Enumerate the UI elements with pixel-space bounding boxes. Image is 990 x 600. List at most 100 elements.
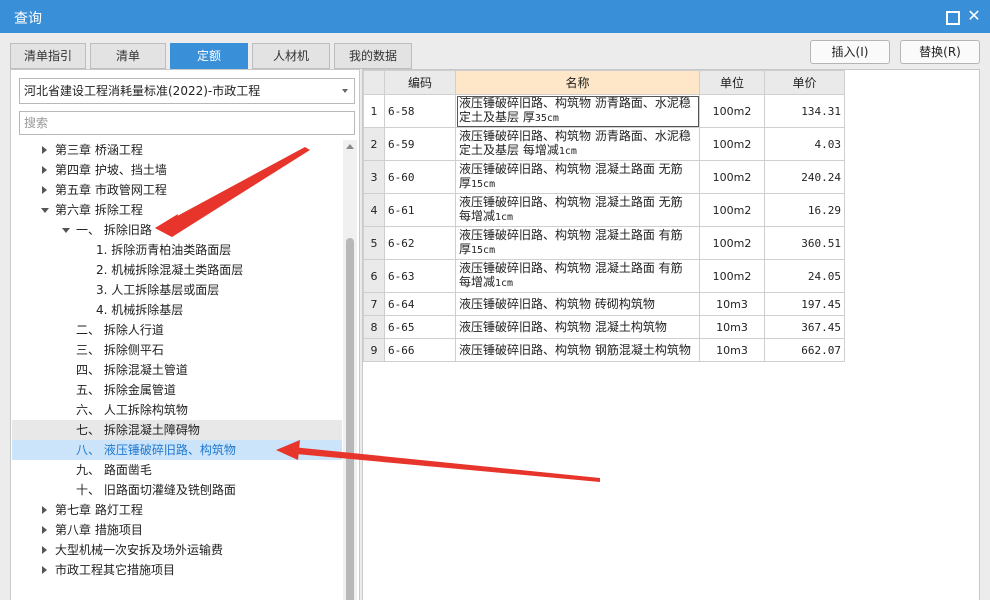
table-row[interactable]: 5 6-62 液压锤破碎旧路、构筑物 混凝土路面 有筋 厚15cm 100m2 3… xyxy=(363,226,845,260)
col-header-code[interactable]: 编码 xyxy=(384,70,456,95)
caret-right-icon[interactable] xyxy=(42,186,47,194)
table-row[interactable]: 2 6-59 液压锤破碎旧路、构筑物 沥青路面、水泥稳 定土及基层 每增减1cm … xyxy=(363,127,845,161)
tree-node[interactable]: 市政工程其它措施项目 xyxy=(12,560,342,580)
name-cell[interactable]: 液压锤破碎旧路、构筑物 混凝土路面 无筋 每增减1cm xyxy=(455,193,700,227)
price-cell[interactable]: 24.05 xyxy=(764,259,845,293)
code-cell[interactable]: 6-65 xyxy=(384,315,456,339)
row-number: 6 xyxy=(363,259,385,293)
code-cell[interactable]: 6-58 xyxy=(384,94,456,128)
tab-labor-material-machine[interactable]: 人材机 xyxy=(252,43,330,69)
name-cell[interactable]: 液压锤破碎旧路、构筑物 钢筋混凝土构筑物 xyxy=(455,338,700,362)
unit-cell[interactable]: 100m2 xyxy=(699,94,765,128)
table-row[interactable]: 8 6-65 液压锤破碎旧路、构筑物 混凝土构筑物 10m3 367.45 xyxy=(363,315,845,339)
col-header-rownum xyxy=(363,70,385,95)
code-cell[interactable]: 6-66 xyxy=(384,338,456,362)
name-cell[interactable]: 液压锤破碎旧路、构筑物 混凝土构筑物 xyxy=(455,315,700,339)
name-cell[interactable]: 液压锤破碎旧路、构筑物 砖砌构筑物 xyxy=(455,292,700,316)
tree-node[interactable]: 大型机械一次安拆及场外运输费 xyxy=(12,540,342,560)
unit-cell[interactable]: 100m2 xyxy=(699,160,765,194)
tree-node[interactable]: 第五章 市政管网工程 xyxy=(12,180,342,200)
price-cell[interactable]: 134.31 xyxy=(764,94,845,128)
tree-node-selected[interactable]: 八、 液压锤破碎旧路、构筑物 xyxy=(12,440,342,460)
caret-right-icon[interactable] xyxy=(42,146,47,154)
maximize-icon[interactable] xyxy=(943,8,960,25)
search-input[interactable] xyxy=(19,111,355,135)
tree-node[interactable]: 二、 拆除人行道 xyxy=(12,320,342,340)
tree-node[interactable]: 2. 机械拆除混凝土类路面层 xyxy=(12,260,342,280)
tab-list[interactable]: 清单 xyxy=(90,43,166,69)
code-cell[interactable]: 6-62 xyxy=(384,226,456,260)
tree-node[interactable]: 十、 旧路面切灌缝及铣刨路面 xyxy=(12,480,342,500)
unit-cell[interactable]: 10m3 xyxy=(699,338,765,362)
tree-node[interactable]: 第六章 拆除工程 xyxy=(12,200,342,220)
row-number: 3 xyxy=(363,160,385,194)
tree-node[interactable]: 三、 拆除侧平石 xyxy=(12,340,342,360)
tree-node[interactable]: 七、 拆除混凝土障碍物 xyxy=(12,420,342,440)
tree-node[interactable]: 1. 拆除沥青柏油类路面层 xyxy=(12,240,342,260)
unit-cell[interactable]: 100m2 xyxy=(699,259,765,293)
close-icon[interactable]: ✕ xyxy=(966,8,982,24)
price-cell[interactable]: 197.45 xyxy=(764,292,845,316)
code-cell[interactable]: 6-63 xyxy=(384,259,456,293)
tree-node[interactable]: 五、 拆除金属管道 xyxy=(12,380,342,400)
tree-node[interactable]: 九、 路面凿毛 xyxy=(12,460,342,480)
name-cell[interactable]: 液压锤破碎旧路、构筑物 沥青路面、水泥稳 定土及基层 厚35cm xyxy=(455,94,700,128)
caret-right-icon[interactable] xyxy=(42,546,47,554)
table-row[interactable]: 7 6-64 液压锤破碎旧路、构筑物 砖砌构筑物 10m3 197.45 xyxy=(363,292,845,316)
name-cell[interactable]: 液压锤破碎旧路、构筑物 混凝土路面 有筋 厚15cm xyxy=(455,226,700,260)
price-cell[interactable]: 360.51 xyxy=(764,226,845,260)
price-cell[interactable]: 240.24 xyxy=(764,160,845,194)
tree-node[interactable]: 第八章 措施项目 xyxy=(12,520,342,540)
name-cell[interactable]: 液压锤破碎旧路、构筑物 沥青路面、水泥稳 定土及基层 每增减1cm xyxy=(455,127,700,161)
table-row[interactable]: 3 6-60 液压锤破碎旧路、构筑物 混凝土路面 无筋 厚15cm 100m2 2… xyxy=(363,160,845,194)
table-row[interactable]: 4 6-61 液压锤破碎旧路、构筑物 混凝土路面 无筋 每增减1cm 100m2 … xyxy=(363,193,845,227)
code-cell[interactable]: 6-60 xyxy=(384,160,456,194)
tree-node[interactable]: 第三章 桥涵工程 xyxy=(12,140,342,160)
replace-button[interactable]: 替换(R) xyxy=(900,40,980,64)
tree-node[interactable]: 3. 人工拆除基层或面层 xyxy=(12,280,342,300)
name-cell[interactable]: 液压锤破碎旧路、构筑物 混凝土路面 无筋 厚15cm xyxy=(455,160,700,194)
tab-quota[interactable]: 定额 xyxy=(170,43,248,69)
library-select-value: 河北省建设工程消耗量标准(2022)-市政工程 xyxy=(24,84,261,98)
tree-node[interactable]: 六、 人工拆除构筑物 xyxy=(12,400,342,420)
caret-down-icon[interactable] xyxy=(41,208,49,213)
code-cell[interactable]: 6-59 xyxy=(384,127,456,161)
caret-right-icon[interactable] xyxy=(42,526,47,534)
tab-list-guide[interactable]: 清单指引 xyxy=(10,43,86,69)
table-row[interactable]: 6 6-63 液压锤破碎旧路、构筑物 混凝土路面 有筋 每增减1cm 100m2 … xyxy=(363,259,845,293)
caret-right-icon[interactable] xyxy=(42,566,47,574)
unit-cell[interactable]: 10m3 xyxy=(699,292,765,316)
price-cell[interactable]: 662.07 xyxy=(764,338,845,362)
library-select[interactable]: 河北省建设工程消耗量标准(2022)-市政工程 xyxy=(19,78,355,104)
price-cell[interactable]: 4.03 xyxy=(764,127,845,161)
tree-node[interactable]: 第四章 护坡、挡土墙 xyxy=(12,160,342,180)
col-header-name[interactable]: 名称 xyxy=(455,70,700,95)
caret-right-icon[interactable] xyxy=(42,506,47,514)
unit-cell[interactable]: 100m2 xyxy=(699,226,765,260)
unit-cell[interactable]: 10m3 xyxy=(699,315,765,339)
tree-node[interactable]: 四、 拆除混凝土管道 xyxy=(12,360,342,380)
unit-cell[interactable]: 100m2 xyxy=(699,193,765,227)
tree-node[interactable]: 4. 机械拆除基层 xyxy=(12,300,342,320)
code-cell[interactable]: 6-61 xyxy=(384,193,456,227)
price-cell[interactable]: 16.29 xyxy=(764,193,845,227)
tree-node[interactable]: 一、 拆除旧路 xyxy=(12,220,342,240)
row-number: 2 xyxy=(363,127,385,161)
scrollbar-thumb[interactable] xyxy=(346,238,354,600)
insert-button[interactable]: 插入(I) xyxy=(810,40,890,64)
code-cell[interactable]: 6-64 xyxy=(384,292,456,316)
col-header-unit[interactable]: 单位 xyxy=(699,70,765,95)
name-cell[interactable]: 液压锤破碎旧路、构筑物 混凝土路面 有筋 每增减1cm xyxy=(455,259,700,293)
caret-down-icon[interactable] xyxy=(62,228,70,233)
chevron-down-icon[interactable] xyxy=(342,89,348,93)
table-row[interactable]: 9 6-66 液压锤破碎旧路、构筑物 钢筋混凝土构筑物 10m3 662.07 xyxy=(363,338,845,362)
tab-my-data[interactable]: 我的数据 xyxy=(334,43,412,69)
tree-node[interactable]: 第七章 路灯工程 xyxy=(12,500,342,520)
caret-right-icon[interactable] xyxy=(42,166,47,174)
tree-scrollbar[interactable] xyxy=(343,140,357,600)
col-header-price[interactable]: 单价 xyxy=(764,70,845,95)
price-cell[interactable]: 367.45 xyxy=(764,315,845,339)
unit-cell[interactable]: 100m2 xyxy=(699,127,765,161)
table-row[interactable]: 1 6-58 液压锤破碎旧路、构筑物 沥青路面、水泥稳 定土及基层 厚35cm 1… xyxy=(363,94,845,128)
scroll-up-icon[interactable] xyxy=(346,144,354,149)
